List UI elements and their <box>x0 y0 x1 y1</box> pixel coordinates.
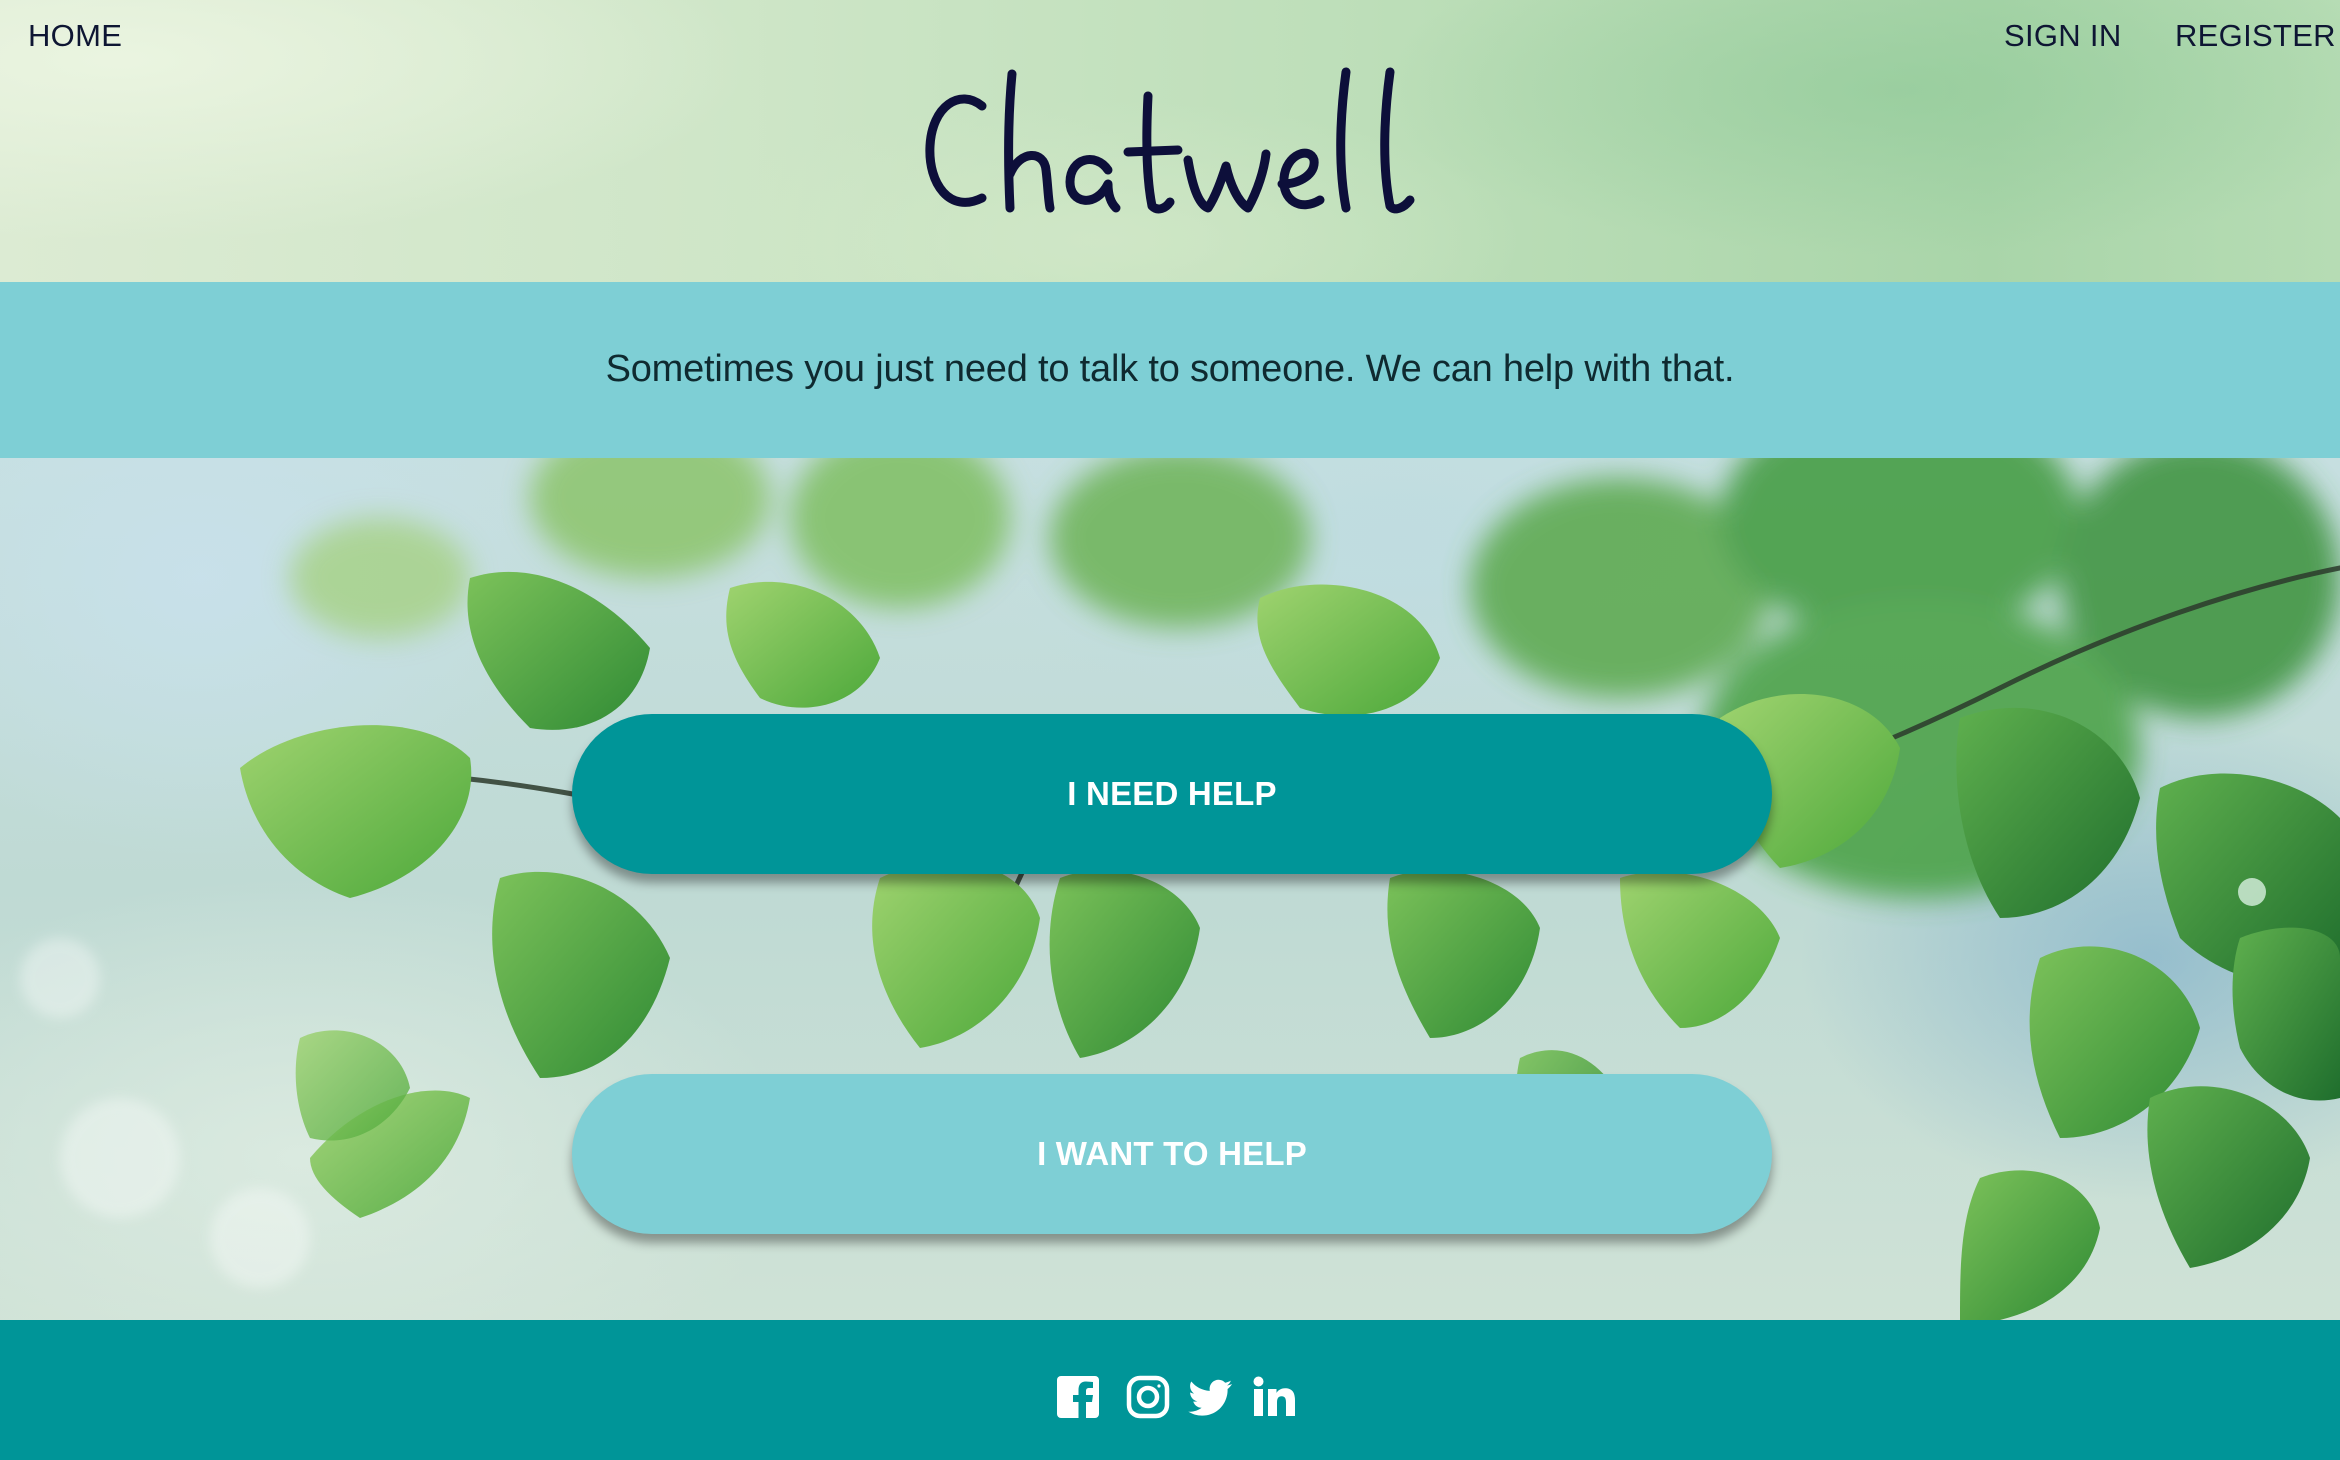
header: HOME SIGN IN REGISTER <box>0 0 2340 282</box>
nav-sign-in-link[interactable]: SIGN IN <box>2004 18 2122 54</box>
linkedin-icon[interactable] <box>1251 1374 1297 1420</box>
tagline-text: Sometimes you just need to talk to someo… <box>605 348 1735 390</box>
nav-register-link[interactable]: REGISTER <box>2175 18 2336 54</box>
nav-home-link[interactable]: HOME <box>28 18 122 54</box>
i-want-to-help-button[interactable]: I WANT TO HELP <box>572 1074 1772 1234</box>
facebook-icon[interactable] <box>1055 1374 1101 1420</box>
tagline-band: Sometimes you just need to talk to someo… <box>0 282 2340 458</box>
chatwell-logo[interactable] <box>920 66 1430 226</box>
landing-page: HOME SIGN IN REGISTER Sometimes you just… <box>0 0 2340 1460</box>
twitter-icon[interactable] <box>1188 1374 1234 1420</box>
i-need-help-button[interactable]: I NEED HELP <box>572 714 1772 874</box>
hero-section: I NEED HELP I WANT TO HELP <box>0 458 2340 1320</box>
footer <box>0 1320 2340 1460</box>
instagram-icon[interactable] <box>1125 1374 1171 1420</box>
